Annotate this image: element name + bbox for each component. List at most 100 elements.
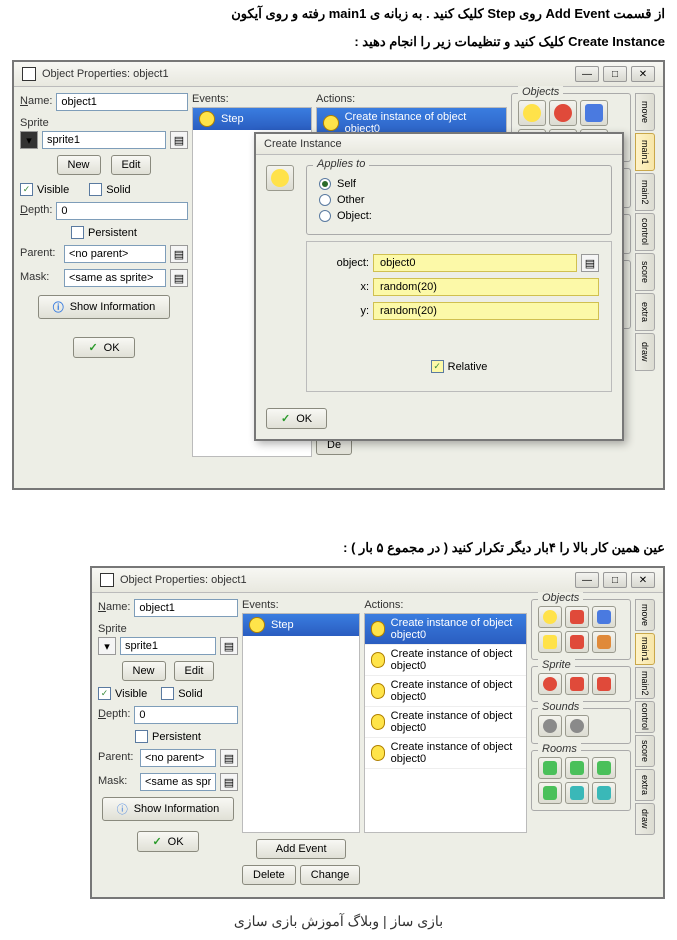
minimize-button[interactable]: — [575, 572, 599, 588]
action-row[interactable]: Create instance of object object0 [365, 738, 526, 769]
tab-extra[interactable]: extra [635, 293, 655, 331]
persistent-checkbox[interactable]: Persistent [71, 226, 137, 239]
close-button[interactable]: ✕ [631, 66, 655, 82]
mask-label: Mask: [98, 775, 136, 787]
tab-draw[interactable]: draw [635, 333, 655, 371]
x-field-label: x: [319, 281, 369, 293]
object-properties-window-1: Object Properties: object1 — □ ✕ Name: S… [12, 60, 665, 490]
edit-button[interactable]: Edit [111, 155, 152, 175]
tab-move[interactable]: move [635, 599, 655, 631]
tab-score[interactable]: score [635, 253, 655, 291]
mask-browse-icon[interactable]: ▤ [220, 773, 238, 791]
sprite-input[interactable] [42, 131, 166, 149]
x-field[interactable] [373, 278, 599, 296]
sprite-browse-icon[interactable]: ▤ [220, 637, 238, 655]
solid-checkbox[interactable]: Solid [89, 183, 130, 196]
tab-control[interactable]: control [635, 701, 655, 733]
add-event-button[interactable]: Add Event [256, 839, 346, 859]
event-step[interactable]: Step [193, 108, 311, 130]
parent-input[interactable] [140, 749, 216, 767]
palette-btn[interactable] [549, 100, 577, 126]
palette-btn[interactable] [538, 606, 562, 628]
palette-btn[interactable] [592, 757, 616, 779]
object-field[interactable] [373, 254, 577, 272]
parent-input[interactable] [64, 245, 166, 263]
y-field[interactable] [373, 302, 599, 320]
tab-main1[interactable]: main1 [635, 633, 655, 665]
name-input[interactable] [56, 93, 188, 111]
object-browse-icon[interactable]: ▤ [581, 254, 599, 272]
new-button[interactable]: New [57, 155, 101, 175]
radio-object[interactable]: Object: [319, 210, 599, 222]
parent-browse-icon[interactable]: ▤ [170, 245, 188, 263]
sprite-input[interactable] [120, 637, 216, 655]
tab-control[interactable]: control [635, 213, 655, 251]
palette-btn[interactable] [565, 606, 589, 628]
maximize-button[interactable]: □ [603, 572, 627, 588]
palette-btn[interactable] [518, 100, 546, 126]
palette-btn[interactable] [592, 782, 616, 804]
actions-list-2[interactable]: Create instance of object object0 Create… [364, 613, 527, 833]
show-info-button[interactable]: ⓘShow Information [102, 797, 235, 821]
minimize-button[interactable]: — [575, 66, 599, 82]
sprite-preview-icon[interactable]: ▾ [98, 637, 116, 655]
parent-browse-icon[interactable]: ▤ [220, 749, 238, 767]
palette-btn[interactable] [538, 631, 562, 653]
palette-btn[interactable] [565, 757, 589, 779]
mask-input[interactable] [140, 773, 216, 791]
depth-input[interactable] [134, 706, 238, 724]
create-instance-dialog: Create Instance Applies to Self Other Ob… [254, 132, 624, 441]
action-row[interactable]: Create instance of object object0 [365, 707, 526, 738]
show-info-button[interactable]: ⓘShow Information [38, 295, 171, 319]
palette-btn[interactable] [565, 631, 589, 653]
palette-btn[interactable] [538, 757, 562, 779]
sprite-browse-icon[interactable]: ▤ [170, 131, 188, 149]
solid-checkbox[interactable]: Solid [161, 687, 202, 700]
dialog-ok-button[interactable]: ✓OK [266, 408, 327, 429]
ok-button-1[interactable]: ✓OK [73, 337, 134, 358]
edit-button[interactable]: Edit [174, 661, 215, 681]
palette-btn[interactable] [592, 606, 616, 628]
action-row[interactable]: Create instance of object object0 [365, 614, 526, 645]
tab-main1[interactable]: main1 [635, 133, 655, 171]
close-button[interactable]: ✕ [631, 572, 655, 588]
new-button[interactable]: New [122, 661, 166, 681]
app-icon [22, 67, 36, 81]
radio-self[interactable]: Self [319, 178, 599, 190]
palette-btn[interactable] [538, 782, 562, 804]
event-step[interactable]: Step [243, 614, 359, 636]
mask-browse-icon[interactable]: ▤ [170, 269, 188, 287]
palette-btn[interactable] [538, 715, 562, 737]
events-list-2[interactable]: Step [242, 613, 360, 833]
tab-score[interactable]: score [635, 735, 655, 767]
change-button[interactable]: Change [300, 865, 361, 885]
palette-btn[interactable] [538, 673, 562, 695]
action-row[interactable]: Create instance of object object0 [365, 645, 526, 676]
visible-checkbox[interactable]: ✓Visible [20, 183, 69, 196]
palette-btn[interactable] [592, 631, 616, 653]
name-input[interactable] [134, 599, 238, 617]
tab-extra[interactable]: extra [635, 769, 655, 801]
maximize-button[interactable]: □ [603, 66, 627, 82]
ok-button-2[interactable]: ✓OK [137, 831, 198, 852]
palette-btn[interactable] [565, 673, 589, 695]
palette-btn[interactable] [565, 715, 589, 737]
depth-input[interactable] [56, 202, 188, 220]
tab-main2[interactable]: main2 [635, 173, 655, 211]
create-instance-icon [371, 714, 384, 730]
mask-input[interactable] [64, 269, 166, 287]
palette-btn[interactable] [592, 673, 616, 695]
visible-checkbox[interactable]: ✓Visible [98, 687, 147, 700]
persistent-checkbox[interactable]: Persistent [135, 730, 201, 743]
ok-label: OK [168, 836, 184, 848]
action-row[interactable]: Create instance of object object0 [365, 676, 526, 707]
tab-main2[interactable]: main2 [635, 667, 655, 699]
sprite-preview-icon[interactable]: ▾ [20, 131, 38, 149]
palette-btn[interactable] [565, 782, 589, 804]
tab-move[interactable]: move [635, 93, 655, 131]
palette-btn[interactable] [580, 100, 608, 126]
radio-other[interactable]: Other [319, 194, 599, 206]
tab-draw[interactable]: draw [635, 803, 655, 835]
relative-checkbox[interactable]: ✓Relative [431, 360, 488, 373]
delete-button[interactable]: Delete [242, 865, 296, 885]
